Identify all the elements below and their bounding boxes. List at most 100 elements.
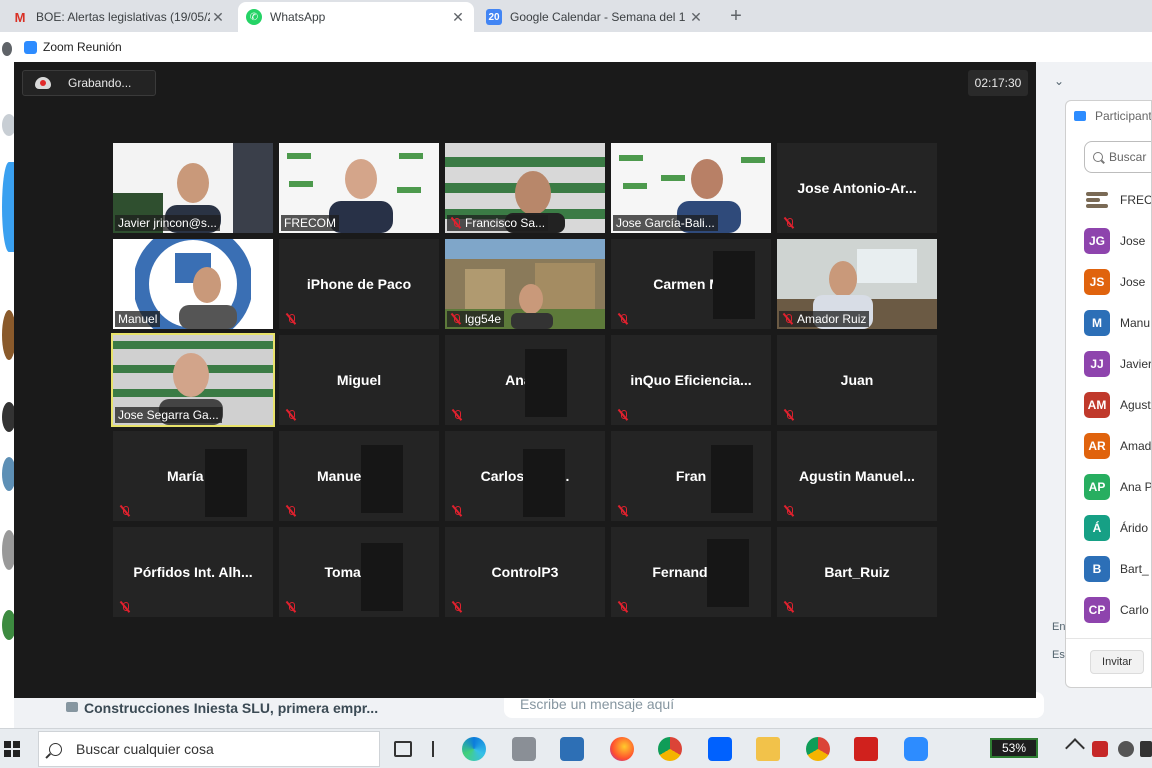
mic-muted-icon [450,313,462,325]
participant-tile[interactable]: Jose García-Bali... [611,143,771,233]
participant-tile[interactable]: ControlP3 [445,527,605,617]
participant-name: Bart_ [1120,561,1149,576]
avatar: Á [1084,514,1110,541]
file-explorer-icon[interactable] [756,737,780,761]
avatar: JS [1084,268,1110,295]
participant-name: inQuo Eficiencia... [630,372,752,388]
participant-tile[interactable]: María M [113,431,273,521]
participant-row[interactable]: CP Carlo [1084,589,1149,630]
participant-tile[interactable]: Miguel [279,335,439,425]
zoom-meeting-area: Grabando... 02:17:30 Javier jrincon@s...… [14,62,1036,698]
close-icon[interactable]: ✕ [688,9,704,26]
participant-row[interactable]: JS Jose [1084,261,1145,302]
participant-tile[interactable]: Ana P [445,335,605,425]
participant-tile[interactable]: FRECOM [279,143,439,233]
participant-row[interactable]: B Bart_ [1084,548,1149,589]
frecom-logo-icon [1084,186,1110,213]
mic-muted-icon [451,601,463,613]
tab-google-calendar[interactable]: 20 Google Calendar - Semana del 1 ✕ [478,2,712,32]
firefox-icon[interactable] [610,737,634,761]
participant-tile[interactable]: Fran [611,431,771,521]
participant-name: Árido [1120,520,1149,535]
participant-row[interactable]: Á Árido [1084,507,1148,548]
background-text: Es [1052,649,1065,661]
zoom-icon[interactable] [904,737,928,761]
new-tab-button[interactable]: + [726,6,746,26]
zoom-title-bar: Zoom Reunión [14,32,1152,62]
taskbar-search-input[interactable]: Buscar cualquier cosa [38,731,380,767]
participant-row[interactable]: AR Amad [1084,425,1151,466]
chevron-up-icon[interactable] [1065,738,1085,758]
participant-row[interactable]: JG Jose [1084,220,1145,261]
antivirus-icon[interactable] [1092,741,1108,757]
acrobat-icon[interactable] [854,737,878,761]
participant-tile[interactable]: inQuo Eficiencia... [611,335,771,425]
mic-muted-icon [617,601,629,613]
windows-start-icon[interactable] [4,741,20,757]
close-icon[interactable]: ✕ [210,9,226,26]
participant-row[interactable]: AP Ana P [1084,466,1152,507]
mic-muted-icon [617,313,629,325]
participant-name: Agustin Manuel... [799,468,915,484]
participant-tile[interactable]: Francisco Sa... [445,143,605,233]
participant-tile[interactable]: iPhone de Paco [279,239,439,329]
avatar: B [1084,555,1110,582]
close-icon[interactable]: ✕ [450,9,466,26]
avatar: JG [1084,227,1110,254]
mic-muted-icon [783,217,795,229]
invite-button[interactable]: Invitar [1090,650,1144,674]
participant-name: iPhone de Paco [306,276,412,292]
chrome-icon[interactable] [658,737,682,761]
participant-name: ControlP3 [491,564,559,580]
participant-tile[interactable]: Fernando A [611,527,771,617]
signature-icon[interactable] [560,737,584,761]
participant-name: Miguel [336,372,382,388]
participants-panel: Participant Buscar FRECO JG Jose JS Jose… [1065,100,1152,688]
participant-tile[interactable]: Agustin Manuel... [777,431,937,521]
dropbox-icon[interactable] [708,737,732,761]
participant-row[interactable]: JJ Javier [1084,343,1151,384]
participant-row[interactable]: FRECO [1084,179,1151,220]
speaker-icon[interactable] [1140,741,1152,757]
participant-row[interactable]: AM Agust [1084,384,1151,425]
zoom-icon [24,40,37,54]
scanner-icon[interactable] [512,737,536,761]
mic-muted-icon [617,505,629,517]
avatar: CP [1084,596,1110,623]
chrome-icon[interactable] [806,737,830,761]
participant-tile[interactable]: Juan [777,335,937,425]
participant-tile[interactable]: Amador Ruiz [777,239,937,329]
recording-indicator[interactable]: Grabando... [22,70,156,96]
tab-title: Google Calendar - Semana del 1 [510,10,686,24]
participant-tile[interactable]: Jose Antonio-Ar... [777,143,937,233]
participant-tile[interactable]: Carlos Pe ó... [445,431,605,521]
participant-tile[interactable]: Manuel [113,239,273,329]
participant-tile[interactable]: Tomas R z [279,527,439,617]
mic-muted-icon [119,505,131,517]
camera-icon [66,702,78,712]
participant-tile[interactable]: Manuel S z... [279,431,439,521]
participant-tile[interactable]: Carmen Ma [611,239,771,329]
mic-muted-icon [783,409,795,421]
zoom-icon [1074,111,1086,121]
participant-tile[interactable]: Pórfidos Int. Alh... [113,527,273,617]
windows-taskbar: Buscar cualquier cosa 53% [0,728,1152,768]
tab-boe-alertas[interactable]: M BOE: Alertas legislativas (19/05/2 ✕ [4,2,234,32]
edge-icon[interactable] [462,737,486,761]
battery-indicator[interactable]: 53% [990,738,1038,758]
mic-muted-icon [450,217,462,229]
recording-label: Grabando... [68,76,132,90]
tab-title: BOE: Alertas legislativas (19/05/2 [36,10,210,24]
participant-search-input[interactable]: Buscar [1084,141,1151,173]
task-view-icon[interactable] [394,741,412,757]
network-icon[interactable] [1118,741,1134,757]
participant-tile[interactable]: Bart_Ruiz [777,527,937,617]
tab-whatsapp[interactable]: ✆ WhatsApp ✕ [238,2,474,32]
participant-row[interactable]: M Manu [1084,302,1150,343]
participant-tile[interactable]: lgg54e [445,239,605,329]
chevron-down-icon[interactable]: ⌄ [1054,74,1064,88]
search-icon [49,742,62,756]
participant-name: Ana P [1120,479,1152,494]
participant-tile-active-speaker[interactable]: Jose Segarra Ga... [111,333,275,427]
participant-tile[interactable]: Javier jrincon@s... [113,143,273,233]
